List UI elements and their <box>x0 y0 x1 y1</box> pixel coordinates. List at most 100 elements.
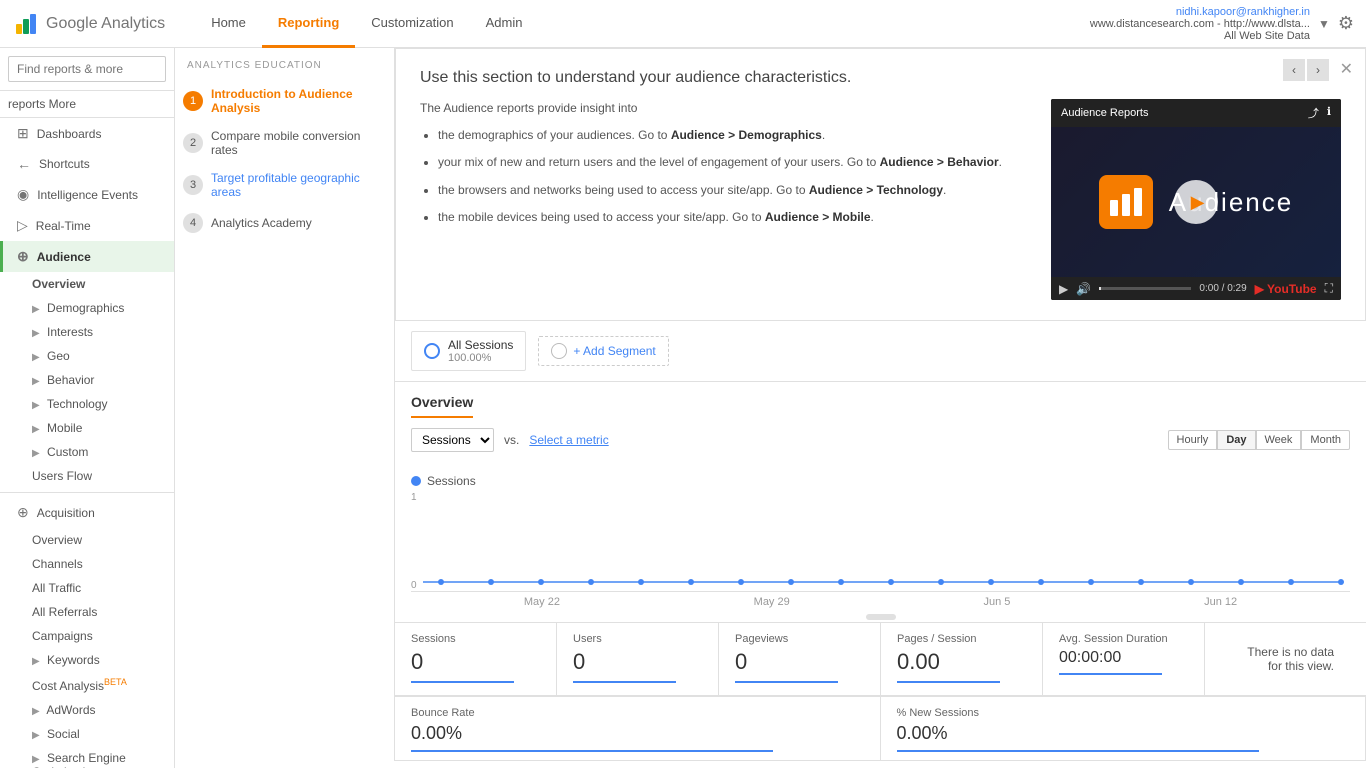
fullscreen-button[interactable]: ⛶ <box>1325 281 1333 296</box>
edu-close-button[interactable]: ✕ <box>1340 59 1353 79</box>
youtube-icon[interactable]: ▶ YouTube <box>1255 282 1317 296</box>
sidebar-sub-technology[interactable]: ▶ Technology <box>0 392 174 416</box>
segment-info: All Sessions 100.00% <box>448 338 513 364</box>
chart-container[interactable]: 1 0 <box>411 492 1350 592</box>
video-time: 0:00 / 0:29 <box>1199 283 1246 294</box>
time-btn-day[interactable]: Day <box>1217 430 1255 450</box>
edu-item-2[interactable]: 2 Compare mobile conversion rates <box>183 125 386 161</box>
edu-item-1[interactable]: 1 Introduction to Audience Analysis <box>183 83 386 119</box>
stat-new-sessions-label: % New Sessions <box>897 707 1350 719</box>
video-progress-bar[interactable] <box>1099 287 1191 290</box>
nav-admin[interactable]: Admin <box>470 0 539 48</box>
select-metric-link[interactable]: Select a metric <box>529 433 608 447</box>
user-site: www.distancesearch.com - http://www.dlst… <box>1090 18 1310 30</box>
legend-label: Sessions <box>427 474 476 488</box>
edu-num-2: 2 <box>183 133 203 153</box>
stat-pages-session: Pages / Session 0.00 <box>881 623 1043 696</box>
content-split: ANALYTICS EDUCATION 1 Introduction to Au… <box>175 48 1366 761</box>
sidebar-sub-channels[interactable]: Channels <box>0 552 174 576</box>
dropdown-icon[interactable]: ▼ <box>1318 17 1330 31</box>
stat-users-label: Users <box>573 633 702 645</box>
edu-bullets: the demographics of your audiences. Go t… <box>420 126 1027 227</box>
video-play-button[interactable] <box>1174 180 1218 224</box>
sidebar-sub-campaigns[interactable]: Campaigns <box>0 624 174 648</box>
play-pause-button[interactable]: ▶ <box>1059 282 1068 296</box>
user-view: All Web Site Data <box>1090 30 1310 42</box>
chart-scroll-handle[interactable] <box>411 612 1350 622</box>
all-sessions-chip[interactable]: All Sessions 100.00% <box>411 331 526 371</box>
date-3: Jun 5 <box>983 596 1010 608</box>
nav-reporting[interactable]: Reporting <box>262 0 355 48</box>
stats-grid-row2: Bounce Rate 0.00% % New Sessions 0.00% <box>395 696 1366 761</box>
sidebar-item-intelligence[interactable]: ◉ Intelligence Events <box>0 179 174 210</box>
chart-y-min: 0 <box>411 580 417 591</box>
sidebar-sub-costanalysis[interactable]: Cost AnalysisBETA <box>0 672 174 698</box>
sidebar-sub-overview[interactable]: Overview <box>0 272 174 296</box>
share-icon[interactable]: ⤴ <box>1308 105 1319 121</box>
info-icon[interactable]: ℹ <box>1327 105 1331 121</box>
edu-label-1: Introduction to Audience Analysis <box>211 87 386 115</box>
edu-intro: The Audience reports provide insight int… <box>420 99 1027 118</box>
sidebar-item-shortcuts[interactable]: ← Shortcuts <box>0 149 174 179</box>
sidebar-sub-interests[interactable]: ▶ Interests <box>0 320 174 344</box>
segment-circle <box>424 343 440 359</box>
top-navigation: Google Analytics Home Reporting Customiz… <box>0 0 1366 48</box>
sidebar-sub-seo[interactable]: ▶ Search Engine Optimization <box>0 746 174 768</box>
scroll-handle[interactable] <box>866 614 896 620</box>
sidebar-item-realtime[interactable]: ▷ Real-Time <box>0 210 174 241</box>
edu-item-3[interactable]: 3 Target profitable geographic areas <box>183 167 386 203</box>
search-input[interactable] <box>8 56 166 82</box>
user-email[interactable]: nidhi.kapoor@rankhigher.in <box>1090 6 1310 18</box>
edu-detail: ‹ › ✕ Use this section to understand you… <box>395 48 1366 321</box>
overview-title: Overview <box>411 394 473 418</box>
sidebar-sub-keywords[interactable]: ▶ Keywords <box>0 648 174 672</box>
time-btn-week[interactable]: Week <box>1256 430 1302 450</box>
intelligence-icon: ◉ <box>17 186 29 203</box>
settings-icon[interactable]: ⚙ <box>1338 13 1354 34</box>
edu-item-4[interactable]: 4 Analytics Academy <box>183 209 386 237</box>
video-title-actions: ⤴ ℹ <box>1308 105 1331 121</box>
stat-avg-session-label: Avg. Session Duration <box>1059 633 1188 645</box>
nav-customization[interactable]: Customization <box>355 0 469 48</box>
sidebar-sub-behavior[interactable]: ▶ Behavior <box>0 368 174 392</box>
user-info: nidhi.kapoor@rankhigher.in www.distances… <box>1090 6 1310 42</box>
time-btn-month[interactable]: Month <box>1301 430 1350 450</box>
sidebar-sub-social[interactable]: ▶ Social <box>0 722 174 746</box>
edu-bullet-3: the browsers and networks being used to … <box>438 181 1027 200</box>
date-1: May 22 <box>524 596 560 608</box>
vs-label: vs. <box>504 433 519 447</box>
sidebar-sub-custom[interactable]: ▶ Custom <box>0 440 174 464</box>
sidebar-more-row[interactable]: reports More <box>0 91 174 118</box>
stat-users: Users 0 <box>557 623 719 696</box>
edu-bullet-2: your mix of new and return users and the… <box>438 153 1027 172</box>
sidebar-item-audience[interactable]: ⊕ Audience <box>0 241 174 272</box>
date-2: May 29 <box>754 596 790 608</box>
metric-selector[interactable]: Sessions <box>411 428 494 452</box>
no-data-message: There is no data for this view. <box>1221 633 1350 685</box>
sidebar-sub-geo[interactable]: ▶ Geo <box>0 344 174 368</box>
edu-bullet-1: the demographics of your audiences. Go t… <box>438 126 1027 145</box>
realtime-label: Real-Time <box>36 219 91 233</box>
sidebar-sub-mobile[interactable]: ▶ Mobile <box>0 416 174 440</box>
volume-button[interactable]: 🔊 <box>1076 282 1091 296</box>
add-segment-button[interactable]: + Add Segment <box>538 336 668 366</box>
sidebar-sub-allreferrals[interactable]: All Referrals <box>0 600 174 624</box>
video-thumbnail[interactable]: Audience <box>1051 127 1341 277</box>
nav-home[interactable]: Home <box>195 0 262 48</box>
sidebar-sub-demographics[interactable]: ▶ Demographics <box>0 296 174 320</box>
video-progress-fill <box>1099 287 1101 290</box>
intelligence-label: Intelligence Events <box>37 188 138 202</box>
sidebar-sub-adwords[interactable]: ▶ AdWords <box>0 698 174 722</box>
sidebar-sub-usersflow[interactable]: Users Flow <box>0 464 174 488</box>
sidebar-item-dashboards[interactable]: ⊞ Dashboards <box>0 118 174 149</box>
main-nav: Home Reporting Customization Admin <box>165 0 1090 48</box>
sidebar-item-acquisition[interactable]: ⊕ Acquisition <box>0 497 174 528</box>
left-sidebar: reports More ⊞ Dashboards ← Shortcuts ◉ … <box>0 48 175 768</box>
sidebar-sub-acq-overview[interactable]: Overview <box>0 528 174 552</box>
edu-next-arrow[interactable]: › <box>1307 59 1329 81</box>
sidebar-sub-alltraffic[interactable]: All Traffic <box>0 576 174 600</box>
time-btn-hourly[interactable]: Hourly <box>1168 430 1218 450</box>
edu-nav-arrows: ‹ › <box>1283 59 1329 81</box>
metric-row: Sessions vs. Select a metric Hourly Day … <box>411 428 1350 452</box>
edu-prev-arrow[interactable]: ‹ <box>1283 59 1305 81</box>
